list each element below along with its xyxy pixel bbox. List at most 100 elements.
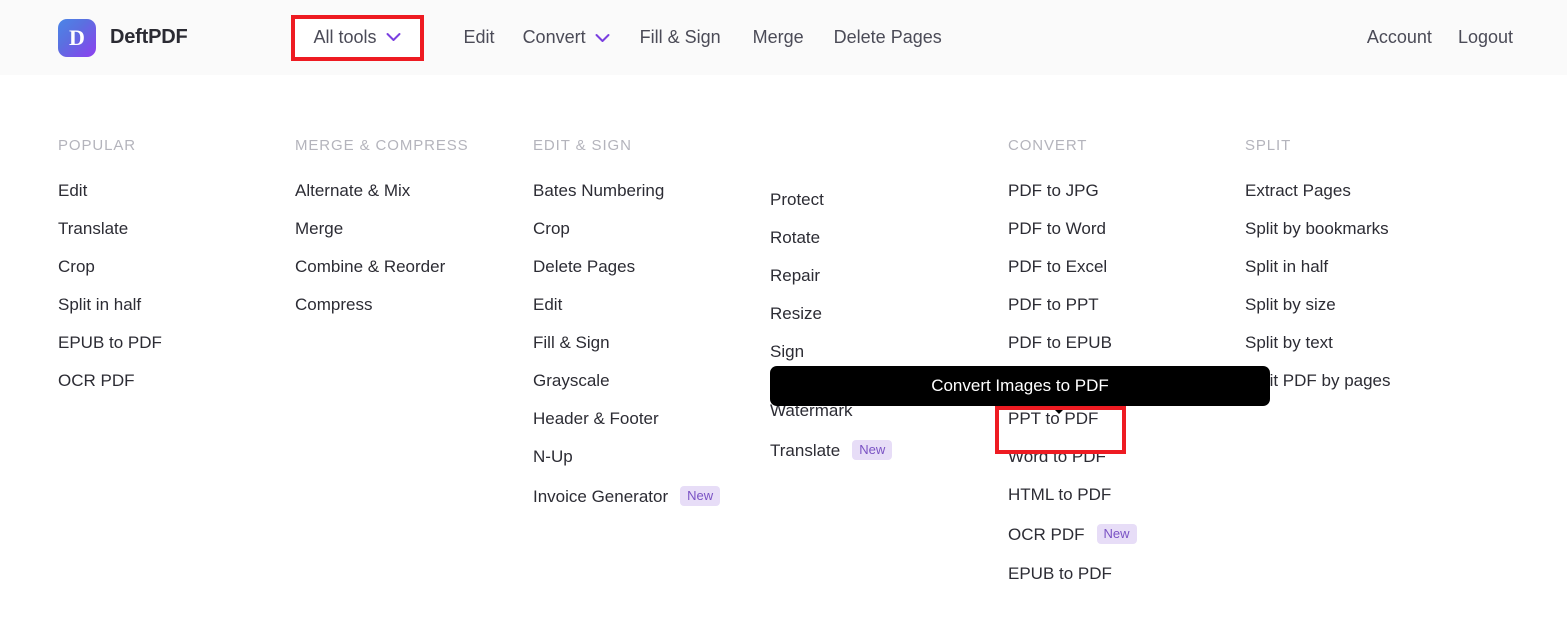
tool-link-rotate[interactable]: Rotate [770,229,892,246]
new-badge: New [680,486,721,506]
tool-link-repair[interactable]: Repair [770,267,892,284]
tool-link-split-by-size[interactable]: Split by size [1245,296,1391,313]
tool-label: Split in half [58,295,142,314]
tool-link-protect[interactable]: Protect [770,191,892,208]
nav-item-label: Merge [752,27,804,47]
tool-link-merge[interactable]: Merge [295,220,469,237]
brand-name: DeftPDF [110,26,188,48]
account-link[interactable]: Account [1367,27,1432,48]
deftpdf-logo-icon: D [58,18,96,57]
deftpdf-page: D DeftPDF All tools Edit Convert Fill & … [0,0,1567,643]
tool-link-bates-numbering[interactable]: Bates Numbering [533,182,720,199]
column-heading: SPLIT [1245,137,1292,154]
column-items: Extract Pages Split by bookmarks Split i… [1245,182,1391,389]
tool-link-pdf-to-word[interactable]: PDF to Word [1008,220,1137,237]
nav-item-label: Fill & Sign [639,27,721,47]
menu-column-popular: POPULAR Edit Translate Crop Split in hal… [58,137,162,389]
tool-link-crop[interactable]: Crop [533,220,720,237]
tool-label: PDF to PPT [1008,295,1099,314]
tool-label: Resize [770,304,822,323]
tool-link-split-by-text[interactable]: Split by text [1245,334,1391,351]
nav-item-label: Convert [522,27,586,47]
tool-label: PDF to JPG [1008,181,1099,200]
menu-column-split: SPLIT Extract Pages Split by bookmarks S… [1245,137,1391,389]
tool-label: Edit [533,295,563,314]
tool-label: Fill & Sign [533,333,610,352]
account-nav: Account Logout [1367,0,1513,75]
tool-label: Sign [770,342,805,361]
tool-label: Repair [770,266,821,285]
tool-label: Merge [295,219,344,238]
top-navbar: D DeftPDF All tools Edit Convert Fill & … [0,0,1567,75]
nav-item-edit[interactable]: Edit [464,27,495,48]
tool-link-pdf-to-excel[interactable]: PDF to Excel [1008,258,1137,275]
tool-link-extract-pages[interactable]: Extract Pages [1245,182,1391,199]
nav-item-delete-pages[interactable]: Delete Pages [834,27,942,48]
tool-link-html-to-pdf[interactable]: HTML to PDF [1008,486,1137,503]
new-badge: New [1096,524,1137,544]
tool-label: EPUB to PDF [58,333,162,352]
tool-label: Bates Numbering [533,181,665,200]
tool-label: OCR PDF [58,371,135,390]
tool-label: Edit [58,181,88,200]
tool-label: Translate [58,219,129,238]
tool-link-edit[interactable]: Edit [58,182,162,199]
all-tools-mega-menu: POPULAR Edit Translate Crop Split in hal… [0,75,1567,643]
tool-label: PDF to Word [1008,219,1106,238]
tooltip: Convert Images to PDF [770,366,1270,406]
tool-label: HTML to PDF [1008,485,1112,504]
tool-link-header-and-footer[interactable]: Header & Footer [533,410,720,427]
tool-label: Header & Footer [533,409,659,428]
tool-link-pdf-to-epub[interactable]: PDF to EPUB [1008,334,1137,351]
tool-link-grayscale[interactable]: Grayscale [533,372,720,389]
chevron-down-icon [386,32,401,42]
menu-column-convert: CONVERT PDF to JPG PDF to Word PDF to Ex… [1008,137,1137,582]
nav-item-fill-and-sign[interactable]: Fill & Sign [640,27,721,48]
tool-link-compress[interactable]: Compress [295,296,469,313]
tool-link-pdf-to-jpg[interactable]: PDF to JPG [1008,182,1137,199]
tool-link-epub-to-pdf[interactable]: EPUB to PDF [58,334,162,351]
tool-link-translate[interactable]: Translate New [770,440,893,460]
tool-link-sign[interactable]: Sign [770,343,892,360]
tool-link-split-by-bookmarks[interactable]: Split by bookmarks [1245,220,1391,237]
nav-item-label: Edit [463,27,495,47]
column-items: Edit Translate Crop Split in half EPUB t… [58,182,162,389]
tool-link-ocr-pdf[interactable]: OCR PDF [58,372,162,389]
tool-link-n-up[interactable]: N-Up [533,448,720,465]
tool-link-split-in-half[interactable]: Split in half [1245,258,1391,275]
tool-link-alternate-and-mix[interactable]: Alternate & Mix [295,182,469,199]
tool-link-fill-and-sign[interactable]: Fill & Sign [533,334,720,351]
tool-link-translate[interactable]: Translate [58,220,162,237]
nav-item-convert[interactable]: Convert [523,27,610,48]
tool-link-edit[interactable]: Edit [533,296,720,313]
tool-label: EPUB to PDF [1008,564,1112,583]
tool-link-pdf-to-ppt[interactable]: PDF to PPT [1008,296,1137,313]
tool-label: Grayscale [533,371,610,390]
tool-label: Compress [295,295,373,314]
nav-item-merge[interactable]: Merge [753,27,804,48]
tool-link-delete-pages[interactable]: Delete Pages [533,258,720,275]
tool-link-epub-to-pdf[interactable]: EPUB to PDF [1008,565,1137,582]
tool-label: Crop [58,257,95,276]
tool-link-invoice-generator[interactable]: Invoice Generator New [533,486,721,506]
tool-link-resize[interactable]: Resize [770,305,892,322]
menu-column-optimize: Protect Rotate Repair Resize Sign Waterm… [770,191,893,460]
logo-letter: D [69,24,85,50]
tool-link-split-in-half[interactable]: Split in half [58,296,162,313]
tool-label: Rotate [770,228,821,247]
brand-logo[interactable]: D DeftPDF [58,18,188,57]
all-tools-button[interactable]: All tools [290,14,424,61]
menu-column-edit-sign: EDIT & SIGN Bates Numbering Crop Delete … [533,137,721,506]
tool-link-crop[interactable]: Crop [58,258,162,275]
tool-label: Delete Pages [533,257,636,276]
tool-link-word-to-pdf[interactable]: Word to PDF [1008,448,1137,465]
nav-item-label: Delete Pages [833,27,942,47]
tool-label: Split by bookmarks [1245,219,1389,238]
tool-link-ocr-pdf[interactable]: OCR PDF New [1008,524,1137,544]
new-badge: New [852,440,893,460]
logout-link[interactable]: Logout [1458,27,1513,48]
tool-link-combine-and-reorder[interactable]: Combine & Reorder [295,258,469,275]
tool-label: OCR PDF [1008,524,1085,544]
tool-label: Split by text [1245,333,1333,352]
tool-link-ppt-to-pdf[interactable]: PPT to PDF [1008,410,1137,427]
